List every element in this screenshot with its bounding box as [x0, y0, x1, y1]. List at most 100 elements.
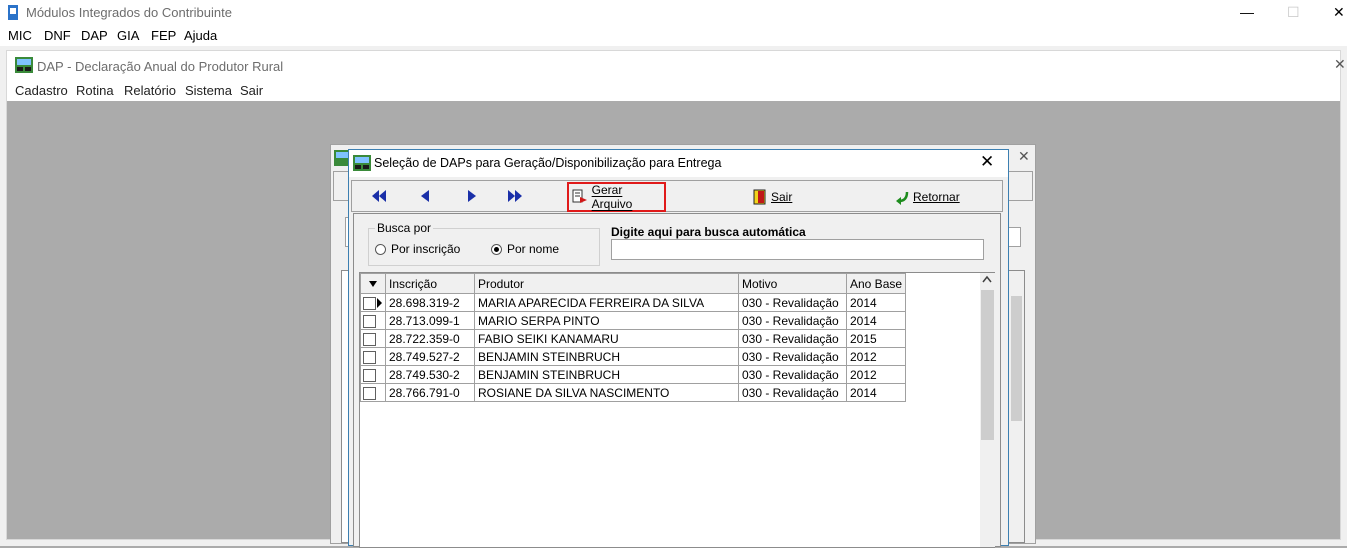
menu-cadastro[interactable]: Cadastro: [15, 83, 68, 98]
maximize-button[interactable]: ☐: [1287, 4, 1300, 21]
cell-motivo[interactable]: 030 - Revalidação: [738, 329, 847, 348]
first-record-icon[interactable]: [371, 188, 387, 204]
table-row[interactable]: 28.749.530-2 BENJAMIN STEINBRUCH 030 - Rev…: [360, 365, 907, 384]
return-arrow-icon: [896, 191, 909, 205]
row-checkbox[interactable]: [363, 386, 376, 400]
sair-label: Sair: [771, 190, 793, 204]
table-row[interactable]: 28.698.319-2 MARIA APARECIDA FERREIRA DA …: [360, 293, 907, 312]
radio-por-inscricao[interactable]: Por inscrição: [375, 242, 460, 256]
scroll-up-icon[interactable]: [982, 275, 992, 283]
gerar-arquivo-button[interactable]: Gerar Arquivo: [567, 182, 666, 212]
menu-mic[interactable]: MIC: [8, 28, 32, 43]
cell-inscricao[interactable]: 28.749.530-2: [385, 365, 475, 384]
column-header-motivo[interactable]: Motivo: [738, 273, 847, 294]
previous-record-icon[interactable]: [418, 188, 434, 204]
grid-header-row: Inscrição Produtor Motivo Ano Base: [360, 273, 907, 294]
cell-produtor[interactable]: ROSIANE DA SILVA NASCIMENTO: [474, 383, 739, 402]
column-header-ano-base[interactable]: Ano Base: [845, 273, 907, 294]
row-select-cell[interactable]: [360, 365, 386, 384]
cell-produtor[interactable]: MARIA APARECIDA FERREIRA DA SILVA: [474, 293, 739, 312]
menu-sistema[interactable]: Sistema: [185, 83, 232, 98]
row-checkbox[interactable]: [363, 332, 376, 346]
radio-checked-icon: [491, 243, 502, 255]
mdi-close-button[interactable]: ✕: [1334, 56, 1346, 73]
table-row[interactable]: 28.749.527-2 BENJAMIN STEINBRUCH 030 - Rev…: [360, 347, 907, 366]
row-select-cell[interactable]: [360, 311, 386, 330]
busca-por-legend: Busca por: [375, 221, 434, 235]
cell-inscricao[interactable]: 28.749.527-2: [385, 347, 475, 366]
menu-dap[interactable]: DAP: [81, 28, 108, 43]
dialog-close-button[interactable]: ✕: [980, 152, 994, 172]
scrollbar-thumb[interactable]: [981, 290, 994, 440]
menu-dnf[interactable]: DNF: [44, 28, 71, 43]
dialog-titlebar: Seleção de DAPs para Geração/Disponibili…: [349, 150, 1008, 177]
cell-ano-base[interactable]: 2014: [845, 293, 907, 312]
cell-motivo[interactable]: 030 - Revalidação: [738, 383, 847, 402]
cell-inscricao[interactable]: 28.698.319-2: [385, 293, 475, 312]
selection-dialog: Seleção de DAPs para Geração/Disponibili…: [348, 149, 1009, 548]
row-checkbox[interactable]: [363, 350, 376, 364]
table-row[interactable]: 28.713.099-1 MARIO SERPA PINTO 030 - Reval…: [360, 311, 907, 330]
sair-button[interactable]: Sair: [753, 184, 792, 210]
menu-relatorio[interactable]: Relatório: [124, 83, 176, 98]
cell-motivo[interactable]: 030 - Revalidação: [738, 293, 847, 312]
cell-ano-base[interactable]: 2015: [845, 329, 907, 348]
row-checkbox[interactable]: [363, 296, 376, 310]
row-select-cell[interactable]: [360, 293, 386, 312]
next-record-icon[interactable]: [463, 188, 479, 204]
menu-ajuda[interactable]: Ajuda: [184, 28, 217, 43]
cell-ano-base[interactable]: 2014: [845, 311, 907, 330]
dialog-content-panel: Busca por Por inscrição Por nome Digite …: [353, 213, 1001, 548]
menu-sair[interactable]: Sair: [240, 83, 263, 98]
cell-motivo[interactable]: 030 - Revalidação: [738, 347, 847, 366]
dialog-title: Seleção de DAPs para Geração/Disponibili…: [374, 156, 722, 170]
row-checkbox[interactable]: [363, 314, 376, 328]
column-filter-icon: [369, 280, 377, 287]
minimize-button[interactable]: —: [1240, 4, 1254, 20]
last-record-icon[interactable]: [507, 188, 523, 204]
busca-por-group: Busca por Por inscrição Por nome: [368, 221, 600, 266]
app-titlebar: Módulos Integrados do Contribuinte — ☐ ✕: [0, 0, 1347, 26]
row-select-cell[interactable]: [360, 329, 386, 348]
cell-inscricao[interactable]: 28.722.359-0: [385, 329, 475, 348]
cell-produtor[interactable]: FABIO SEIKI KANAMARU: [474, 329, 739, 348]
cell-produtor[interactable]: BENJAMIN STEINBRUCH: [474, 365, 739, 384]
bg-form-close-button[interactable]: ✕: [1018, 148, 1030, 165]
column-header-inscricao[interactable]: Inscrição: [385, 273, 475, 294]
close-button[interactable]: ✕: [1333, 4, 1345, 21]
menu-fep[interactable]: FEP: [151, 28, 176, 43]
radio-unchecked-icon: [375, 243, 386, 255]
row-select-cell[interactable]: [360, 383, 386, 402]
gerar-arquivo-label: Gerar Arquivo: [591, 183, 633, 211]
column-header-produtor[interactable]: Produtor: [474, 273, 739, 294]
current-row-indicator-icon: [377, 298, 382, 309]
cell-motivo[interactable]: 030 - Revalidação: [738, 311, 847, 330]
menu-gia[interactable]: GIA: [117, 28, 139, 43]
retornar-button[interactable]: Retornar: [895, 184, 960, 210]
dialog-toolbar: Gerar Arquivo Sair Retornar: [351, 180, 1003, 212]
cell-motivo[interactable]: 030 - Revalidação: [738, 365, 847, 384]
auto-search-label: Digite aqui para busca automática: [611, 225, 806, 239]
radio-por-nome-label: Por nome: [507, 242, 560, 256]
cell-ano-base[interactable]: 2014: [845, 383, 907, 402]
dap-grid: Inscrição Produtor Motivo Ano Base 28.69…: [359, 272, 995, 548]
cell-inscricao[interactable]: 28.766.791-0: [385, 383, 475, 402]
table-row[interactable]: 28.766.791-0 ROSIANE DA SILVA NASCIMENTO 0…: [360, 383, 907, 402]
cell-inscricao[interactable]: 28.713.099-1: [385, 311, 475, 330]
auto-search-input[interactable]: [611, 239, 984, 260]
dap-table: Inscrição Produtor Motivo Ano Base 28.69…: [360, 273, 907, 402]
grid-vertical-scrollbar[interactable]: [980, 273, 995, 547]
cell-produtor[interactable]: MARIO SERPA PINTO: [474, 311, 739, 330]
cell-produtor[interactable]: BENJAMIN STEINBRUCH: [474, 347, 739, 366]
menu-rotina[interactable]: Rotina: [76, 83, 114, 98]
cell-ano-base[interactable]: 2012: [845, 347, 907, 366]
row-checkbox[interactable]: [363, 368, 376, 382]
radio-por-nome[interactable]: Por nome: [491, 242, 559, 256]
column-header-select[interactable]: [360, 273, 386, 294]
app-icon: [8, 5, 18, 20]
table-row[interactable]: 28.722.359-0 FABIO SEIKI KANAMARU 030 - Re…: [360, 329, 907, 348]
row-select-cell[interactable]: [360, 347, 386, 366]
cell-ano-base[interactable]: 2012: [845, 365, 907, 384]
bg-scrollbar-fragment: [1007, 270, 1025, 543]
exit-door-icon: [753, 189, 766, 205]
